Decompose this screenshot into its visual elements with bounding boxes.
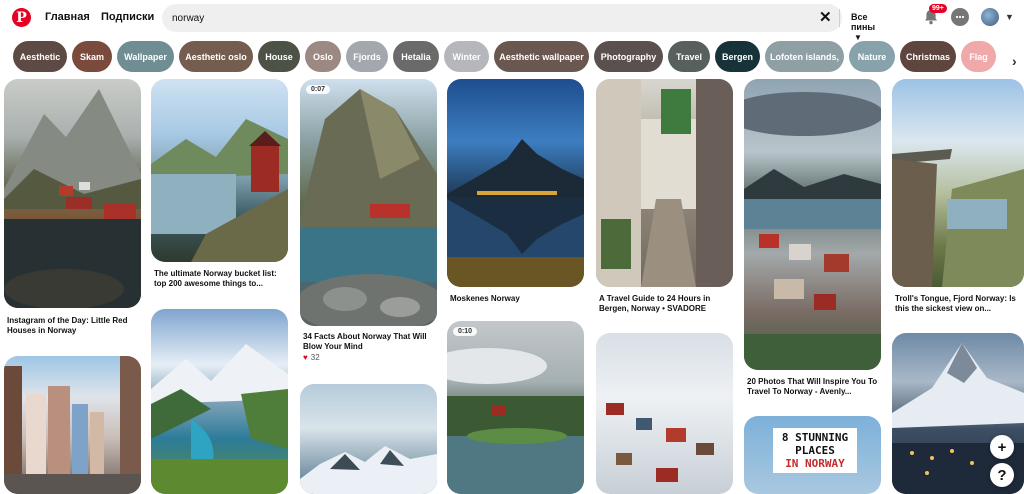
pin-artwork (4, 356, 141, 494)
chip-winter[interactable]: Winter (444, 41, 489, 72)
chip-fjords[interactable]: Fjords (346, 41, 388, 72)
pin-image-alesund[interactable] (744, 79, 881, 370)
pin-artwork (744, 92, 881, 370)
user-avatar[interactable] (981, 8, 999, 26)
chip-aesthetic[interactable]: Aesthetic (13, 41, 67, 72)
pinterest-logo[interactable]: P (12, 8, 31, 27)
pin-caption-trolltunga[interactable]: Troll's Tongue, Fjord Norway: Is this th… (895, 294, 1024, 314)
pin-image-bergen-street[interactable] (596, 79, 733, 287)
pin-caption-moskenes[interactable]: Moskenes Norway (450, 294, 584, 304)
messages-chat-icon[interactable] (951, 8, 969, 26)
pin-artwork (151, 344, 288, 494)
pin-artwork (300, 446, 437, 494)
pin-likes: ♥ 32 (303, 353, 320, 362)
pin-caption-bergen[interactable]: A Travel Guide to 24 Hours in Bergen, No… (599, 294, 733, 314)
video-duration-badge: 0:10 (453, 327, 478, 336)
pin-image-moskenes[interactable] (447, 79, 584, 287)
chip-aesthetic-oslo[interactable]: Aesthetic oslo (179, 41, 253, 72)
chip-oslo[interactable]: Oslo (305, 41, 341, 72)
nav-subscriptions-link[interactable]: Подписки (101, 11, 154, 23)
chip-wallpaper[interactable]: Wallpaper (117, 41, 174, 72)
pin-image-street[interactable] (4, 356, 141, 494)
clear-search-icon[interactable]: ✕ (819, 8, 832, 26)
chip-photography[interactable]: Photography (594, 41, 663, 72)
pin-artwork (447, 139, 584, 287)
chip-flag[interactable]: Flag (961, 41, 996, 72)
chip-travel[interactable]: Travel (668, 41, 710, 72)
pin-artwork (4, 89, 141, 308)
pin-image-snowy-peaks[interactable] (300, 384, 437, 494)
pin-caption-bucket-list[interactable]: The ultimate Norway bucket list: top 200… (154, 269, 288, 289)
pin-caption-inspire[interactable]: 20 Photos That Will Inspire You To Trave… (747, 377, 881, 397)
account-chevron-down-icon[interactable]: ▼ (1005, 12, 1014, 22)
related-search-chips: Aesthetic Skam Wallpaper Aesthetic oslo … (0, 40, 1024, 73)
chip-house[interactable]: House (258, 41, 300, 72)
nav-home-link[interactable]: Главная (45, 11, 90, 23)
pin-image-snow-town[interactable] (596, 333, 733, 494)
pin-artwork (606, 403, 714, 482)
search-bar[interactable]: ✕ Все пины▼ (162, 4, 875, 42)
chip-hetalia[interactable]: Hetalia (393, 41, 439, 72)
chip-lofoten-islands[interactable]: Lofoten islands, (765, 41, 844, 72)
pin-artwork (151, 119, 288, 262)
chevron-right-icon[interactable]: › (1012, 53, 1017, 69)
pin-artwork (892, 149, 1024, 287)
stunning-places-title: 8 STUNNING PLACES IN NORWAY (773, 428, 857, 473)
pin-image-trolltunga[interactable] (892, 79, 1024, 287)
pin-artwork (447, 348, 584, 494)
pin-image-norway-facts[interactable]: 0:07 (300, 79, 437, 326)
pinterest-search-page: P Главная Подписки ✕ Все пины▼ 99+ ▼ Aes… (0, 0, 1024, 494)
chip-nature[interactable]: Nature (849, 41, 895, 72)
chip-christmas[interactable]: Christmas (900, 41, 956, 72)
chip-aesthetic-wallpaper[interactable]: Aesthetic wallpaper (494, 41, 589, 72)
pin-image-bucket-list[interactable] (151, 79, 288, 262)
pin-filter-dropdown[interactable]: Все пины▼ (851, 12, 875, 42)
heart-icon: ♥ (303, 353, 308, 362)
help-button[interactable]: ? (990, 463, 1014, 487)
video-duration-badge: 0:07 (306, 85, 331, 94)
search-divider (839, 9, 840, 27)
pin-artwork (300, 89, 437, 326)
notification-count-badge: 99+ (929, 4, 947, 13)
add-pin-button[interactable]: + (990, 435, 1014, 459)
pin-image-fjord-valley[interactable] (151, 309, 288, 494)
top-header: P Главная Подписки ✕ Все пины▼ 99+ ▼ (0, 0, 1024, 42)
pin-caption-red-houses[interactable]: Instagram of the Day: Little Red Houses … (7, 316, 141, 336)
pin-image-red-houses[interactable] (4, 79, 141, 308)
pin-image-stunning-places[interactable]: 8 STUNNING PLACES IN NORWAY (744, 416, 881, 494)
pin-image-village-river[interactable]: 0:10 (447, 321, 584, 494)
pin-artwork (596, 79, 733, 287)
chip-bergen[interactable]: Bergen (715, 41, 760, 72)
search-input[interactable] (172, 10, 772, 26)
chip-skam[interactable]: Skam (72, 41, 112, 72)
pin-caption-norway-facts[interactable]: 34 Facts About Norway That Will Blow You… (303, 332, 437, 352)
